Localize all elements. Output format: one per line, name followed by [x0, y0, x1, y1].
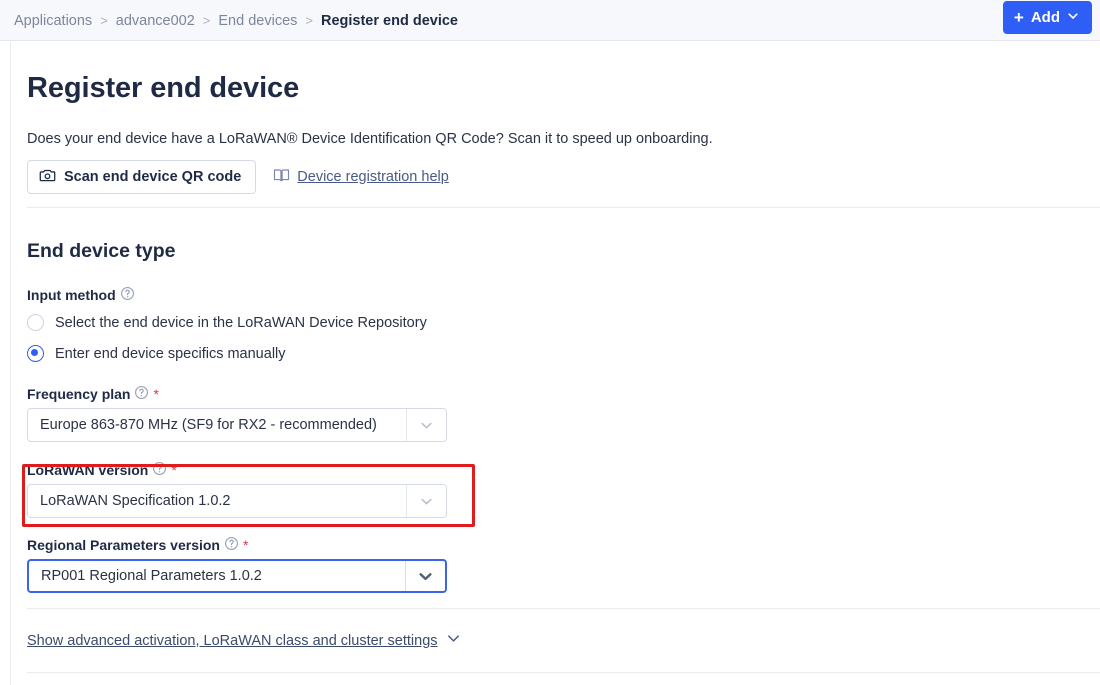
device-registration-help-link[interactable]: Device registration help — [273, 168, 449, 187]
show-advanced-settings-label: Show advanced activation, LoRaWAN class … — [27, 632, 438, 649]
input-method-label: Input method — [27, 287, 116, 303]
divider-bottom — [27, 672, 1100, 673]
scan-qr-code-button[interactable]: Scan end device QR code — [27, 160, 257, 194]
qr-actions-row: Scan end device QR code Device registrat… — [27, 160, 449, 194]
breadcrumb-item-end-devices[interactable]: End devices — [218, 13, 297, 29]
divider-top — [27, 207, 1100, 208]
radio-indicator-selected — [27, 345, 44, 362]
breadcrumb: Applications > advance002 > End devices … — [14, 0, 458, 41]
show-advanced-settings-link[interactable]: Show advanced activation, LoRaWAN class … — [27, 631, 461, 650]
chevron-down-icon[interactable] — [406, 485, 446, 517]
plus-icon: + — [1013, 8, 1024, 27]
divider-middle — [27, 608, 1100, 609]
scan-qr-code-label: Scan end device QR code — [64, 169, 242, 185]
camera-icon — [39, 167, 56, 188]
frequency-plan-label-row: Frequency plan * — [27, 385, 159, 403]
required-asterisk: * — [153, 386, 159, 402]
radio-indicator-unselected — [27, 314, 44, 331]
frequency-plan-label: Frequency plan — [27, 386, 131, 402]
breadcrumb-separator: > — [305, 13, 313, 28]
regional-parameters-version-select[interactable]: RP001 Regional Parameters 1.0.2 — [27, 559, 447, 593]
question-circle-icon[interactable] — [224, 536, 239, 554]
device-registration-help-label: Device registration help — [297, 169, 449, 185]
lorawan-version-label-row: LoRaWAN version * — [27, 461, 177, 479]
radio-option-manual-label: Enter end device specifics manually — [55, 345, 286, 362]
add-button-label: Add — [1030, 9, 1060, 26]
regional-parameters-version-label: Regional Parameters version — [27, 537, 220, 553]
regional-parameters-version-label-row: Regional Parameters version * — [27, 536, 248, 554]
frequency-plan-select[interactable]: Europe 863-870 MHz (SF9 for RX2 - recomm… — [27, 408, 447, 442]
main-content-panel: Register end device Does your end device… — [10, 42, 1100, 685]
top-header-bar: Applications > advance002 > End devices … — [0, 0, 1100, 41]
radio-option-device-repository[interactable]: Select the end device in the LoRaWAN Dev… — [27, 314, 427, 331]
chevron-down-icon[interactable] — [406, 409, 446, 441]
page-title: Register end device — [27, 72, 300, 104]
input-method-label-row: Input method — [27, 286, 135, 304]
add-button[interactable]: + Add — [1002, 1, 1092, 34]
required-asterisk: * — [171, 462, 177, 478]
breadcrumb-separator: > — [100, 13, 108, 28]
radio-option-device-repository-label: Select the end device in the LoRaWAN Dev… — [55, 314, 427, 331]
page-description: Does your end device have a LoRaWAN® Dev… — [27, 131, 713, 147]
required-asterisk: * — [242, 537, 249, 553]
breadcrumb-item-advance002[interactable]: advance002 — [116, 13, 195, 29]
regional-parameters-version-value: RP001 Regional Parameters 1.0.2 — [41, 568, 262, 584]
book-icon — [273, 168, 290, 187]
question-circle-icon[interactable] — [152, 461, 167, 479]
lorawan-version-select[interactable]: LoRaWAN Specification 1.0.2 — [27, 484, 447, 518]
lorawan-version-label: LoRaWAN version — [27, 462, 149, 478]
question-circle-icon[interactable] — [120, 286, 135, 304]
breadcrumb-item-register-end-device: Register end device — [320, 12, 458, 29]
register-end-device-page: Applications > advance002 > End devices … — [0, 0, 1100, 685]
chevron-down-icon — [1067, 9, 1079, 26]
radio-option-manual[interactable]: Enter end device specifics manually — [27, 345, 286, 362]
breadcrumb-separator: > — [202, 13, 211, 28]
chevron-down-icon[interactable] — [405, 561, 445, 591]
frequency-plan-value: Europe 863-870 MHz (SF9 for RX2 - recomm… — [40, 417, 377, 433]
chevron-down-icon — [446, 631, 461, 650]
breadcrumb-item-applications[interactable]: Applications — [14, 13, 92, 29]
section-title-end-device-type: End device type — [27, 240, 176, 262]
question-circle-icon[interactable] — [134, 385, 149, 403]
lorawan-version-value: LoRaWAN Specification 1.0.2 — [40, 493, 231, 509]
